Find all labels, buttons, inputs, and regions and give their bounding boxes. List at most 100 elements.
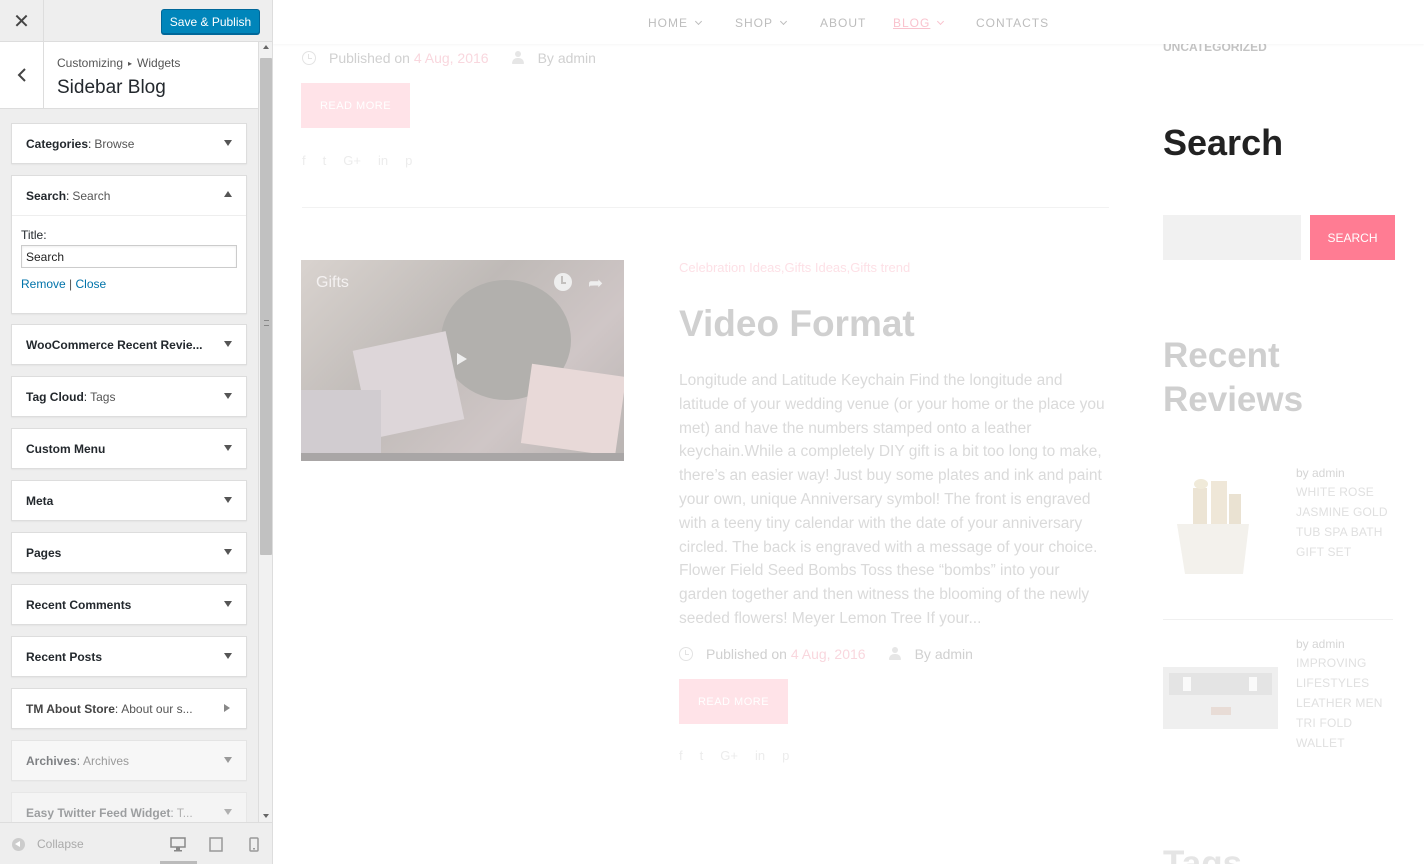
widget-recent-comments[interactable]: Recent Comments — [11, 584, 247, 625]
video-title[interactable]: Gifts — [316, 274, 349, 292]
google-plus-icon[interactable]: G+ — [343, 153, 361, 168]
linkedin-icon[interactable]: in — [755, 748, 765, 763]
scrollbar-thumb[interactable] — [260, 58, 272, 555]
search-button[interactable]: SEARCH — [1310, 215, 1395, 260]
twitter-icon[interactable]: t — [323, 153, 327, 168]
collapse-arrow-icon[interactable] — [224, 191, 232, 197]
close-customizer-button[interactable]: ✕ — [0, 0, 44, 42]
search-input[interactable] — [1163, 215, 1301, 260]
nav-item-home[interactable]: HOME — [648, 16, 703, 30]
widget-name: Custom Menu — [26, 441, 106, 456]
widget-custom-menu[interactable]: Custom Menu — [11, 428, 247, 469]
google-plus-icon[interactable]: G+ — [720, 748, 738, 763]
expand-arrow-icon[interactable] — [224, 497, 232, 503]
tablet-icon[interactable] — [209, 837, 223, 852]
breadcrumb-item: Widgets — [137, 56, 181, 70]
widget-pages[interactable]: Pages — [11, 532, 247, 573]
widget-header[interactable]: Custom Menu — [12, 429, 246, 468]
widget-tm-about-store[interactable]: TM About Store: About our s... — [11, 688, 247, 729]
mobile-icon[interactable] — [249, 837, 259, 852]
pinterest-icon[interactable]: p — [405, 153, 412, 168]
nav-label: CONTACTS — [976, 16, 1050, 30]
post-title[interactable]: Video Format — [679, 303, 915, 345]
widget-recent-posts[interactable]: Recent Posts — [11, 636, 247, 677]
widget-header[interactable]: TM About Store: About our s... — [12, 689, 246, 728]
published-label: Published on — [329, 50, 410, 66]
widget-name: Tag Cloud — [26, 389, 84, 404]
read-more-button[interactable]: READ MORE — [301, 83, 410, 128]
expand-arrow-icon[interactable] — [224, 140, 232, 146]
review-item[interactable]: by admin IMPROVING LIFESTYLES LEATHER ME… — [1163, 637, 1393, 767]
expand-arrow-icon[interactable] — [224, 653, 232, 659]
facebook-icon[interactable]: f — [302, 153, 306, 168]
video-progress-bar[interactable] — [301, 453, 624, 461]
widget-name: Recent Comments — [26, 597, 132, 612]
widget-archives[interactable]: Archives: Archives — [11, 740, 247, 781]
widget-header[interactable]: Pages — [12, 533, 246, 572]
nav-item-contacts[interactable]: CONTACTS — [976, 16, 1049, 30]
widget-categories[interactable]: Categories: Browse — [11, 123, 247, 164]
widget-tag-cloud[interactable]: Tag Cloud: Tags — [11, 376, 247, 417]
product-image[interactable] — [1163, 466, 1278, 586]
widget-header[interactable]: Search: Search — [12, 176, 246, 215]
expand-arrow-icon[interactable] — [224, 601, 232, 607]
expand-arrow-icon[interactable] — [224, 393, 232, 399]
widget-header[interactable]: Tag Cloud: Tags — [12, 377, 246, 416]
review-product-name[interactable]: IMPROVING LIFESTYLES LEATHER MEN TRI FOL… — [1296, 653, 1396, 753]
panel-scrollbar[interactable] — [258, 42, 272, 822]
read-more-button[interactable]: READ MORE — [679, 679, 788, 724]
linkedin-icon[interactable]: in — [378, 153, 388, 168]
post-author[interactable]: By admin — [915, 646, 973, 662]
widget-name: Categories — [26, 136, 89, 151]
watch-later-icon[interactable] — [554, 273, 572, 291]
widget-header[interactable]: Meta — [12, 481, 246, 520]
back-button[interactable] — [0, 42, 44, 108]
expand-arrow-icon[interactable] — [224, 341, 232, 347]
product-image[interactable] — [1163, 637, 1278, 757]
nav-item-shop[interactable]: SHOP — [735, 16, 788, 30]
pinterest-icon[interactable]: p — [782, 748, 789, 763]
tags-widget-title: Tags — [1163, 844, 1243, 864]
expand-arrow-icon[interactable] — [224, 549, 232, 555]
desktop-icon[interactable] — [170, 837, 186, 852]
title-input[interactable] — [21, 245, 237, 268]
remove-link[interactable]: Remove — [21, 277, 66, 291]
nav-item-about[interactable]: ABOUT — [820, 16, 866, 30]
post-date[interactable]: 4 Aug, 2016 — [791, 646, 866, 662]
grip-icon — [264, 320, 269, 326]
nav-label: HOME — [648, 16, 688, 30]
nav-item-blog[interactable]: BLOG — [893, 16, 945, 30]
facebook-icon[interactable]: f — [679, 748, 683, 763]
post-author[interactable]: By admin — [538, 50, 596, 66]
widget-woocommerce-recent-reviews[interactable]: WooCommerce Recent Revie... — [11, 324, 247, 365]
share-icon[interactable]: ➦ — [588, 274, 603, 292]
widget-header[interactable]: Archives: Archives — [12, 741, 246, 780]
post-meta: Published on 4 Aug, 2016 By admin — [302, 50, 596, 66]
save-publish-button[interactable]: Save & Publish — [161, 9, 260, 34]
collapse-icon — [12, 837, 25, 851]
widget-search[interactable]: Search:Search Title: Remove | Close — [11, 175, 247, 314]
widget-name: TM About Store — [26, 701, 115, 716]
widget-name: Recent Posts — [26, 649, 103, 664]
post-categories[interactable]: Celebration Ideas,Gifts Ideas,Gifts tren… — [679, 260, 910, 275]
video-embed[interactable]: Gifts ➦ — [301, 260, 624, 461]
widget-header[interactable]: WooCommerce Recent Revie... — [12, 325, 246, 364]
scroll-up-icon[interactable] — [263, 45, 269, 49]
collapse-button[interactable]: Collapse — [12, 837, 84, 851]
expand-arrow-icon[interactable] — [224, 809, 232, 815]
review-product-name[interactable]: WHITE ROSE JASMINE GOLD TUB SPA BATH GIF… — [1296, 482, 1396, 562]
review-separator — [1163, 619, 1393, 620]
widget-header[interactable]: Recent Posts — [12, 637, 246, 676]
widget-header[interactable]: Categories: Browse — [12, 124, 246, 163]
expand-arrow-icon[interactable] — [224, 445, 232, 451]
post-date[interactable]: 4 Aug, 2016 — [414, 50, 489, 66]
play-icon[interactable] — [457, 353, 467, 365]
scroll-down-icon[interactable] — [263, 814, 269, 818]
review-item[interactable]: by admin WHITE ROSE JASMINE GOLD TUB SPA… — [1163, 466, 1393, 596]
twitter-icon[interactable]: t — [700, 748, 704, 763]
expand-arrow-icon[interactable] — [224, 757, 232, 763]
chevron-right-icon[interactable] — [224, 704, 230, 712]
widget-header[interactable]: Recent Comments — [12, 585, 246, 624]
widget-meta[interactable]: Meta — [11, 480, 247, 521]
close-link[interactable]: Close — [76, 277, 107, 291]
